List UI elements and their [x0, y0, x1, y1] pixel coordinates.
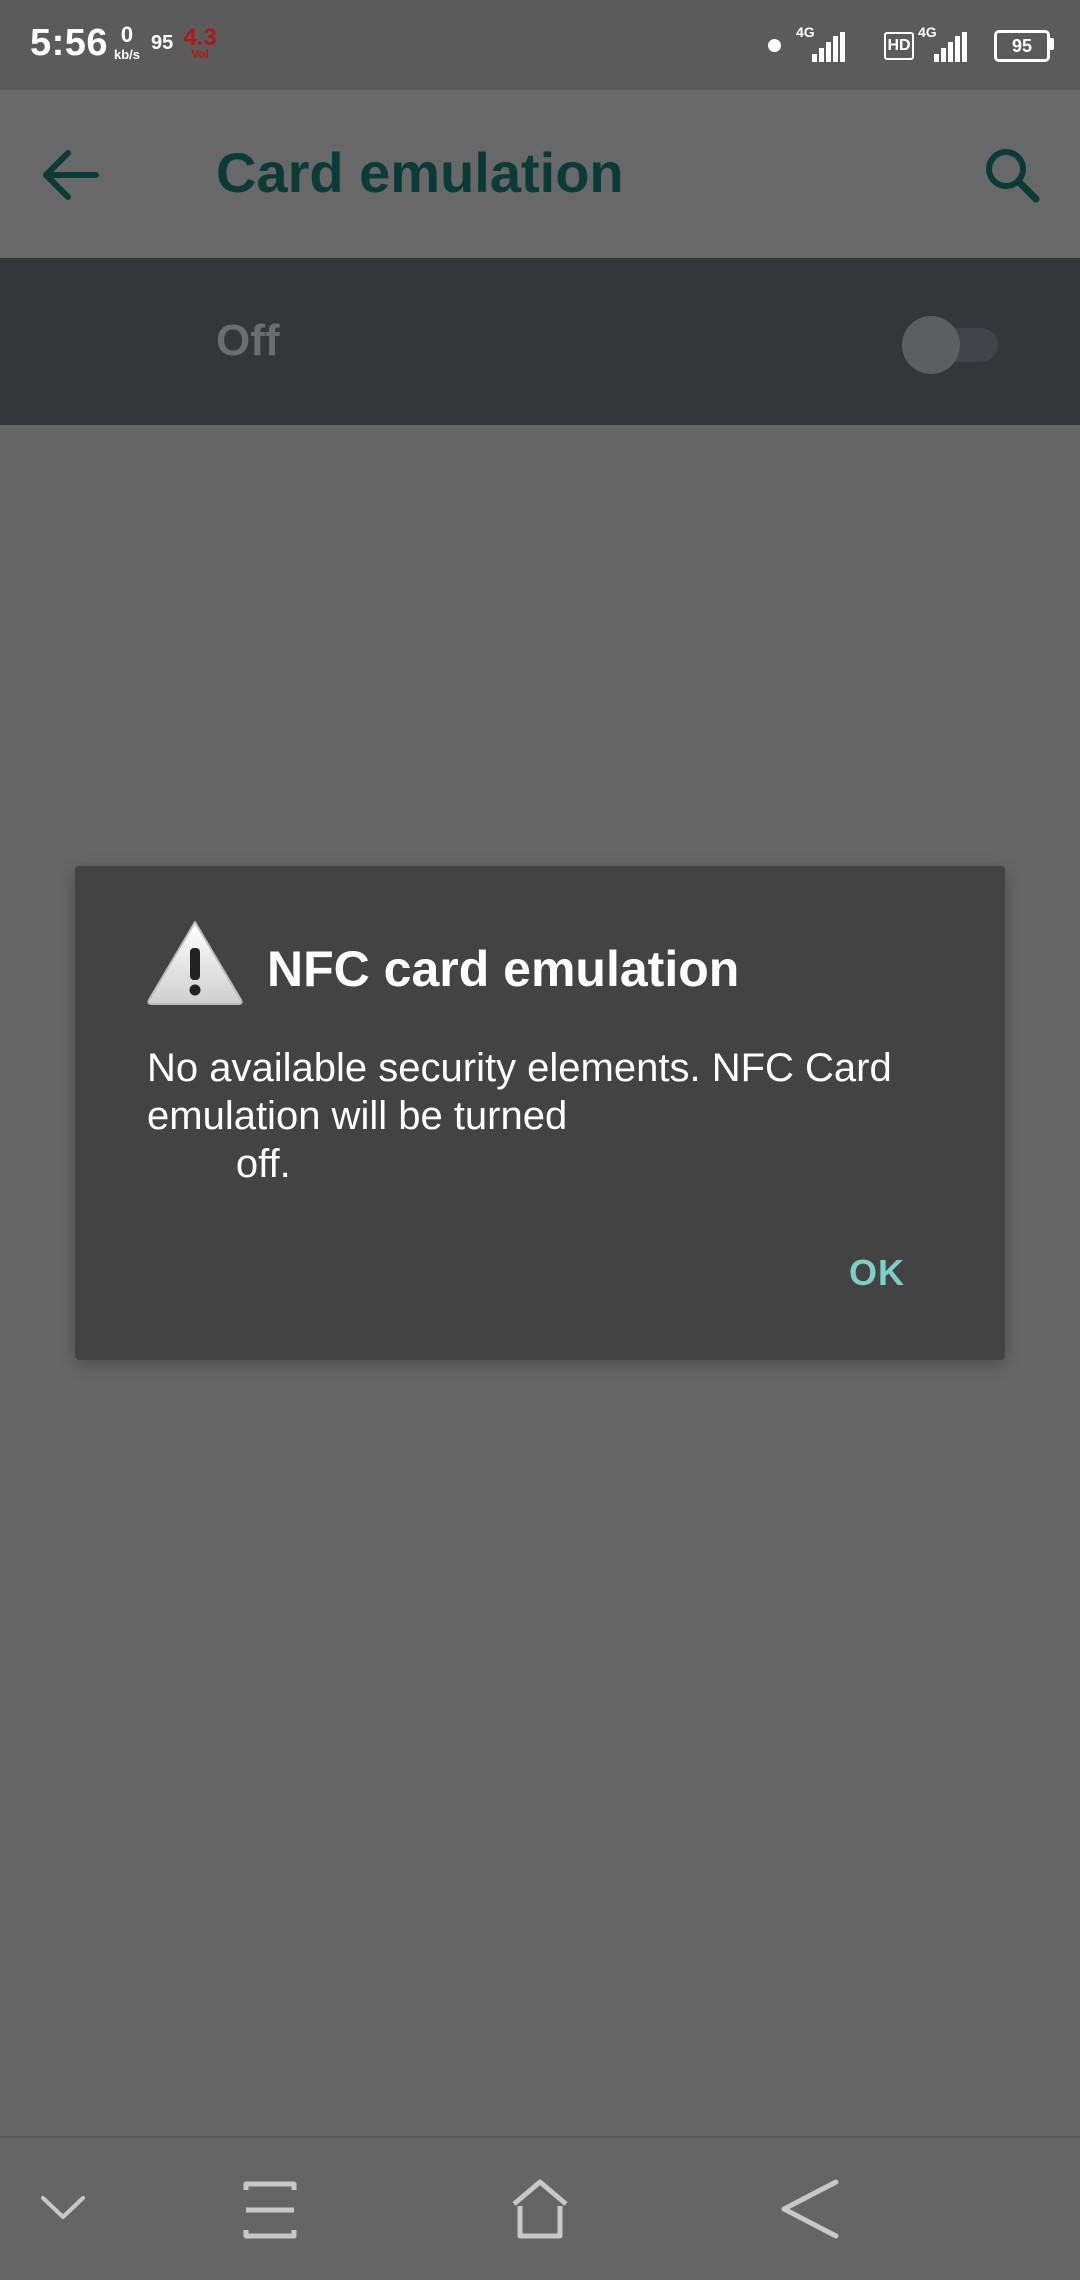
- back-button[interactable]: [40, 135, 130, 215]
- home-icon[interactable]: [510, 2178, 570, 2240]
- battery-tip: [1050, 38, 1054, 50]
- app-bar: Card emulation: [0, 90, 1080, 257]
- hd-icon: HD: [884, 32, 914, 60]
- toggle-label: Off: [216, 316, 280, 365]
- dialog-message: No available security elements. NFC Card…: [147, 1046, 892, 1186]
- status-number: 95: [151, 32, 174, 54]
- signal-icon: [934, 32, 967, 62]
- battery-icon: 95: [994, 30, 1050, 62]
- network-speed: 0 kb/s: [110, 22, 144, 62]
- nfc-alert-dialog: NFC card emulation No available security…: [75, 866, 1005, 1360]
- toggle-thumb: [902, 316, 960, 374]
- chevron-down-icon[interactable]: [40, 2193, 86, 2223]
- master-switch-row[interactable]: Off: [0, 258, 1080, 425]
- dialog-title: NFC card emulation: [267, 941, 740, 997]
- card-emulation-toggle[interactable]: [902, 316, 998, 374]
- warning-icon: [147, 921, 243, 1005]
- status-time: 5:56: [30, 22, 109, 64]
- status-bar: 5:56 0 kb/s 95 4.3 Vol 4G HD 4G 95: [0, 0, 1080, 90]
- dot-icon: [768, 39, 781, 52]
- navigation-bar: [0, 2136, 1080, 2280]
- recents-icon[interactable]: [240, 2180, 300, 2240]
- search-icon: [986, 149, 1040, 203]
- volte-indicator: 4.3 Vol: [182, 26, 218, 61]
- ok-button[interactable]: OK: [849, 1252, 905, 1294]
- page-title: Card emulation: [216, 141, 624, 204]
- screen: 5:56 0 kb/s 95 4.3 Vol 4G HD 4G 95 Card …: [0, 0, 1080, 2280]
- back-icon[interactable]: [780, 2178, 840, 2240]
- signal-icon: [812, 32, 845, 62]
- search-button[interactable]: [972, 130, 1052, 220]
- network-speed-unit: kb/s: [113, 47, 140, 62]
- status-icons: 4G HD 4G 95: [768, 24, 1058, 66]
- network-speed-value: 0: [120, 22, 134, 47]
- arrow-left-icon: [43, 150, 99, 200]
